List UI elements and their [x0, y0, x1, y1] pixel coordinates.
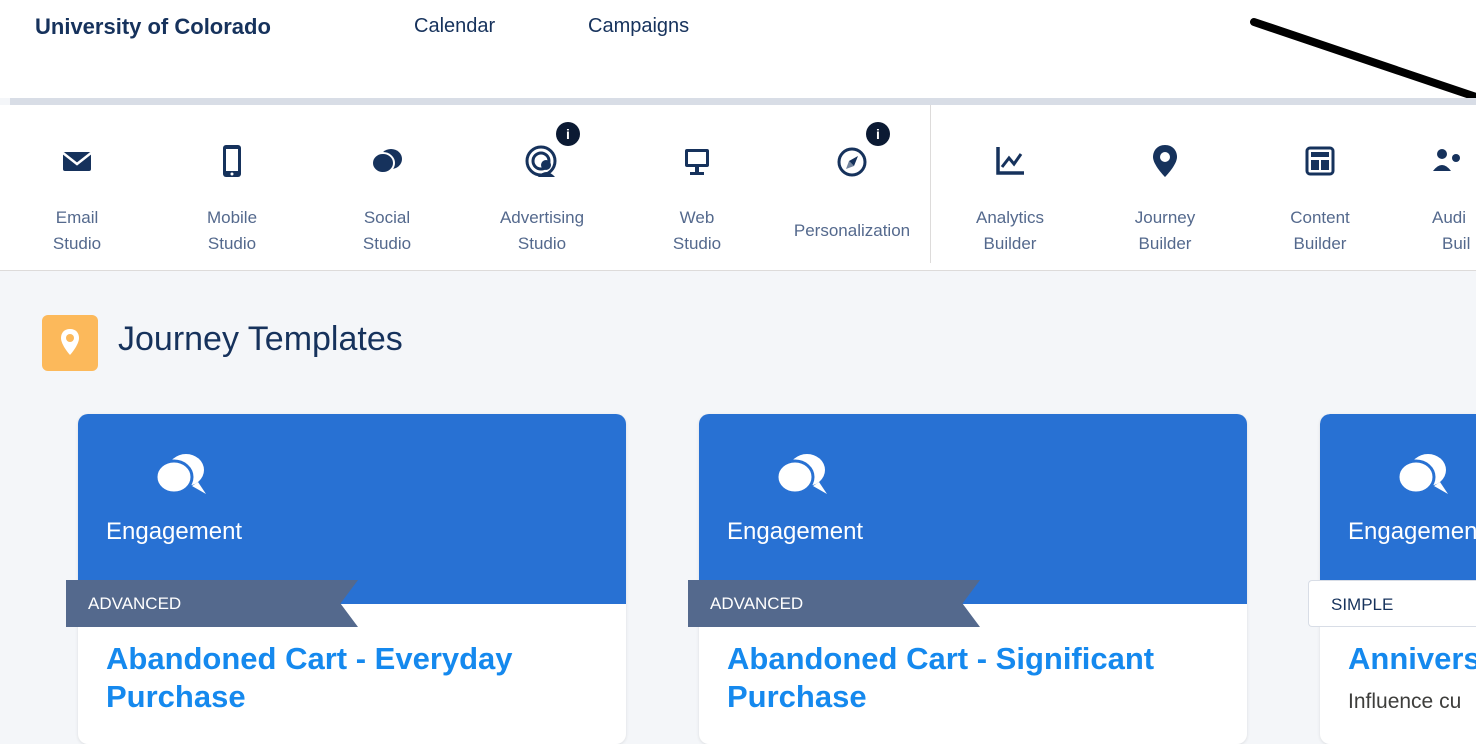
card-title[interactable]: Abandoned Cart - Significant Purchase	[727, 640, 1207, 716]
card-header: Engagemen	[1320, 414, 1476, 604]
app-label-line2: Builder	[1138, 234, 1192, 253]
card-title[interactable]: Annivers	[1348, 640, 1476, 678]
template-card-anniversary[interactable]: Engagemen Annivers Influence cu	[1320, 414, 1476, 744]
app-label-line1: Social	[363, 208, 411, 227]
app-label-line1: Analytics	[975, 208, 1045, 227]
complexity-ribbon: SIMPLE	[1308, 580, 1476, 627]
global-header: University of Colorado Calendar Campaign…	[0, 0, 1476, 98]
card-category: Engagemen	[1348, 518, 1476, 545]
app-analytics-builder[interactable]: Analytics Builder	[935, 105, 1085, 270]
layout-grid-icon	[1305, 146, 1335, 176]
app-label-line2: Builder	[1293, 234, 1347, 253]
nav-link-calendar[interactable]: Calendar	[414, 15, 495, 38]
app-label-line1: Journey	[1134, 208, 1196, 227]
info-badge: i	[866, 122, 890, 146]
info-badge: i	[556, 122, 580, 146]
app-label-line2: Studio	[207, 234, 257, 253]
app-advertising-studio[interactable]: i Advertising Studio	[467, 105, 617, 270]
audience-icon	[1433, 149, 1460, 171]
app-label-line1: Web	[679, 208, 715, 227]
location-pin-icon	[42, 315, 98, 371]
app-audience-builder[interactable]: Audi Buil	[1400, 105, 1476, 270]
card-category: Engagement	[106, 518, 243, 545]
monitor-icon	[685, 149, 709, 175]
complexity-ribbon: ADVANCED	[688, 580, 980, 627]
line-chart-icon	[996, 147, 1024, 175]
card-header: Engagement	[78, 414, 626, 604]
page-title: Journey Templates	[118, 320, 403, 358]
advertising-target-icon	[525, 145, 557, 177]
card-category: Engagement	[727, 518, 864, 545]
app-label-line1: Email	[55, 208, 99, 227]
chat-bubbles-icon	[775, 454, 827, 495]
complexity-ribbon: ADVANCED	[66, 580, 358, 627]
compass-icon	[837, 147, 867, 177]
app-label-line2: Studio	[517, 234, 567, 253]
template-card-abandoned-cart-significant[interactable]: Engagement Abandoned Cart - Significant …	[699, 414, 1247, 744]
card-title[interactable]: Abandoned Cart - Everyday Purchase	[106, 640, 586, 716]
app-label-line2: Buil	[1442, 234, 1471, 253]
org-name[interactable]: University of Colorado	[35, 14, 271, 40]
app-label-line1: Content	[1290, 208, 1350, 227]
app-label-line1: Mobile	[206, 208, 258, 227]
app-switcher: Email Studio Mobile Studio Social Studio i …	[0, 105, 1476, 271]
envelope-icon	[62, 152, 92, 171]
card-header: Engagement	[699, 414, 1247, 604]
app-group-divider	[930, 105, 931, 263]
app-social-studio[interactable]: Social Studio	[312, 105, 462, 270]
app-label-line1: Audi	[1432, 208, 1467, 227]
header-separator	[10, 98, 1476, 105]
app-journey-builder[interactable]: Journey Builder	[1090, 105, 1240, 270]
app-mobile-studio[interactable]: Mobile Studio	[157, 105, 307, 270]
app-personalization[interactable]: i Personalization	[777, 105, 927, 270]
mobile-phone-icon	[223, 145, 241, 177]
app-web-studio[interactable]: Web Studio	[622, 105, 772, 270]
card-description: Influence cu	[1348, 690, 1462, 713]
chat-bubbles-icon	[1396, 454, 1448, 495]
template-card-abandoned-cart-everyday[interactable]: Engagement Abandoned Cart - Everyday Pur…	[78, 414, 626, 744]
app-label-line1: Personalization	[793, 221, 911, 240]
nav-link-campaigns[interactable]: Campaigns	[588, 15, 689, 38]
app-label-line2: Studio	[362, 234, 412, 253]
app-label-line2: Studio	[672, 234, 722, 253]
app-content-builder[interactable]: Content Builder	[1245, 105, 1395, 270]
map-pin-icon	[1153, 145, 1177, 177]
chat-bubbles-icon	[371, 149, 402, 174]
app-label-line1: Advertising	[499, 208, 585, 227]
app-label-line2: Builder	[983, 234, 1037, 253]
chat-bubbles-icon	[154, 454, 206, 495]
app-label-line2: Studio	[52, 234, 102, 253]
app-email-studio[interactable]: Email Studio	[2, 105, 152, 270]
